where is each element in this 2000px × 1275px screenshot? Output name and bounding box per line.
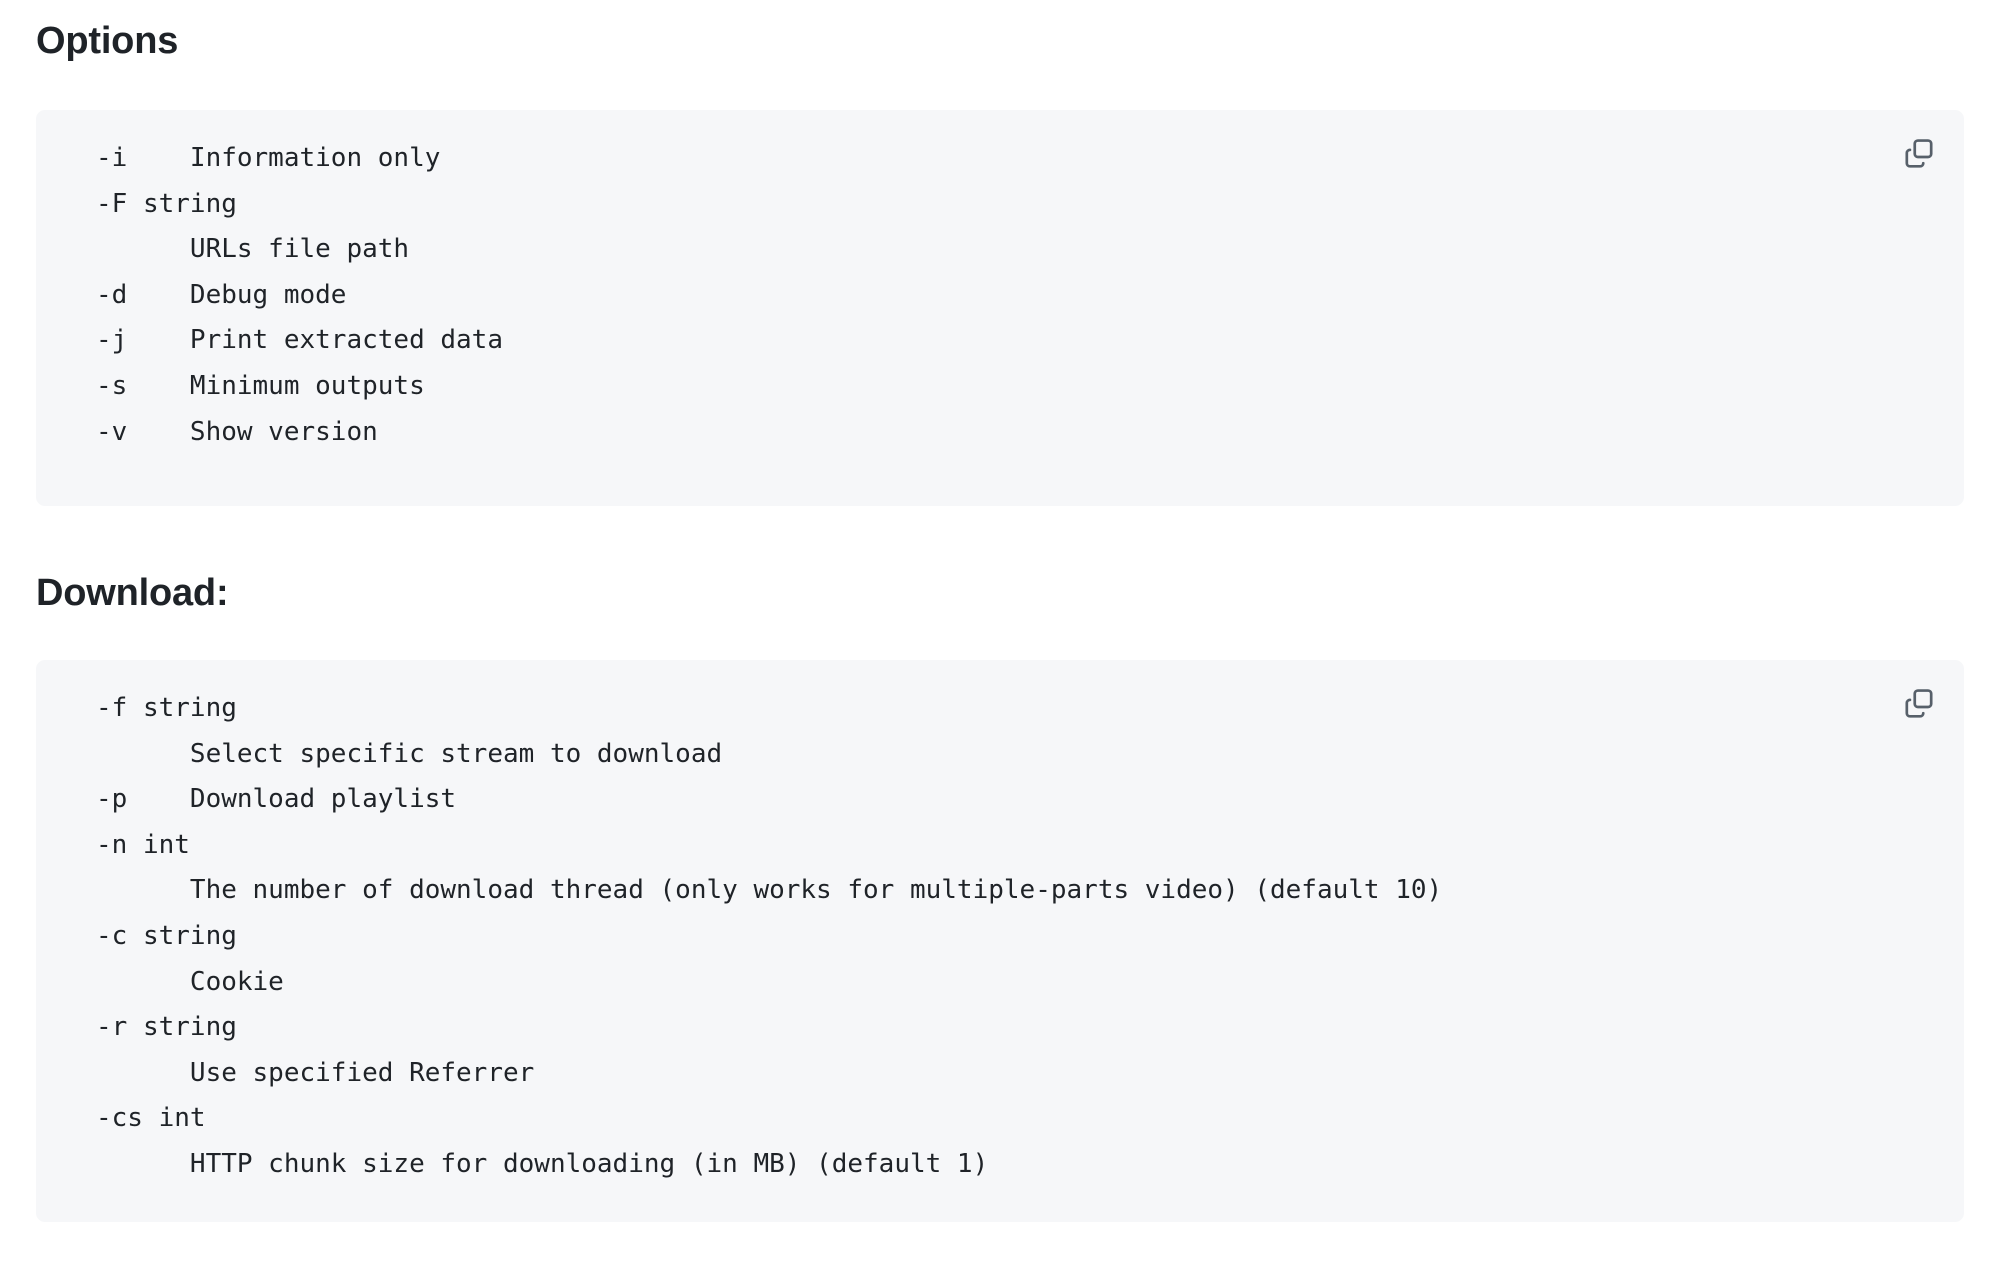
page-root: Options -i Information only -F string UR… xyxy=(0,0,2000,1275)
section-heading-download: Download: xyxy=(36,572,229,614)
code-block-download-content: -f string Select specific stream to down… xyxy=(96,693,1443,1179)
copy-button-download[interactable] xyxy=(1896,680,1942,726)
code-block-options: -i Information only -F string URLs file … xyxy=(36,110,1964,506)
code-block-options-content: -i Information only -F string URLs file … xyxy=(96,143,503,447)
copy-button-options[interactable] xyxy=(1896,130,1942,176)
page-title-options: Options xyxy=(36,20,179,62)
code-block-download: -f string Select specific stream to down… xyxy=(36,660,1964,1222)
copy-icon xyxy=(1902,136,1936,170)
copy-icon xyxy=(1902,686,1936,720)
